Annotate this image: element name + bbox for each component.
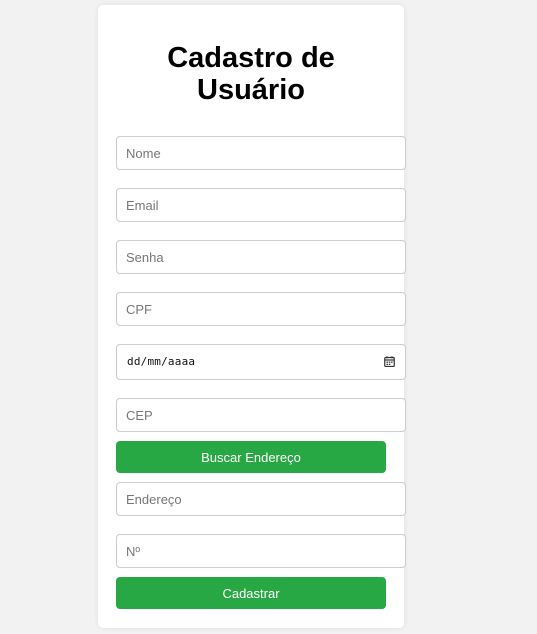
- title-line-2: Usuário: [197, 74, 305, 106]
- cep-input[interactable]: [116, 398, 406, 432]
- birthdate-input[interactable]: dd/mm/aaaa: [116, 344, 406, 380]
- search-address-button[interactable]: Buscar Endereço: [116, 441, 386, 473]
- calendar-icon[interactable]: [384, 356, 395, 367]
- birthdate-placeholder: dd/mm/aaaa: [127, 355, 196, 368]
- address-input[interactable]: [116, 482, 406, 516]
- register-button[interactable]: Cadastrar: [116, 577, 386, 609]
- email-input[interactable]: [116, 188, 406, 222]
- cpf-input[interactable]: [116, 292, 406, 326]
- title-line-1: Cadastro de: [167, 42, 335, 74]
- page-title: Cadastro de Usuário: [98, 42, 404, 106]
- name-input[interactable]: [116, 136, 406, 170]
- register-card: Cadastro de Usuário dd/mm/aaaa Buscar En…: [98, 5, 406, 628]
- number-input[interactable]: [116, 534, 406, 568]
- password-input[interactable]: [116, 240, 406, 274]
